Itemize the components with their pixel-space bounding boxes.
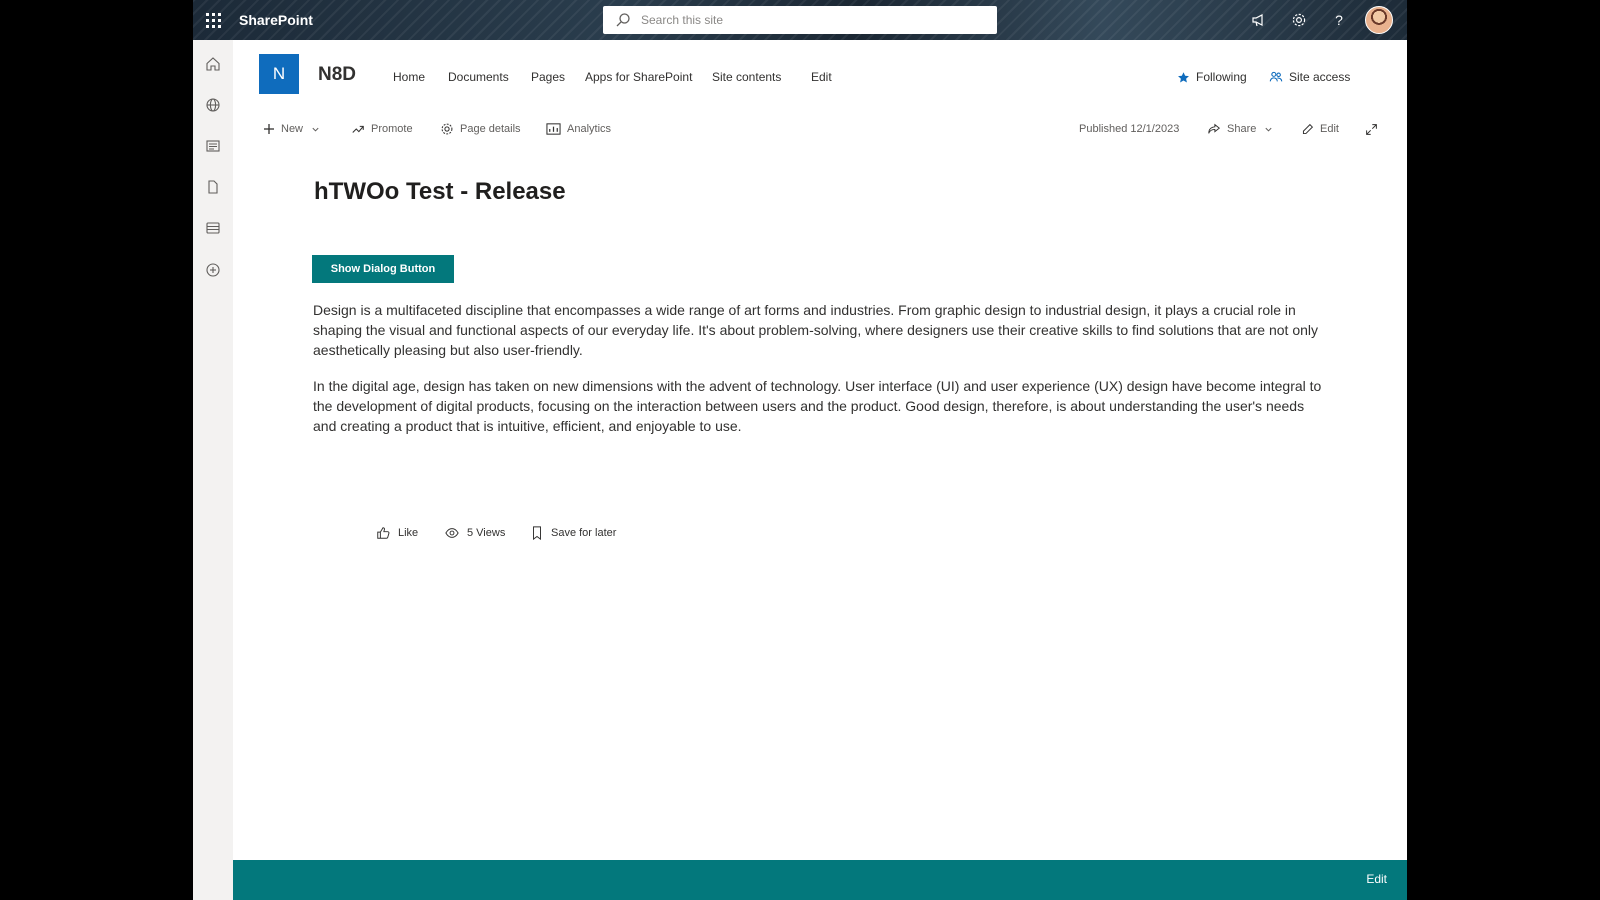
- site-logo[interactable]: N: [259, 54, 299, 94]
- new-label: New: [281, 123, 304, 135]
- file-icon: [208, 180, 218, 194]
- nav-edit[interactable]: Edit: [811, 70, 832, 84]
- home-icon: [206, 57, 220, 71]
- chevron-down-icon: [312, 127, 319, 132]
- rail-sites[interactable]: [201, 93, 225, 117]
- show-dialog-button[interactable]: Show Dialog Button: [312, 255, 454, 283]
- views-label: 5 Views: [467, 527, 506, 539]
- like-label: Like: [398, 527, 419, 539]
- eye-icon: [445, 528, 459, 538]
- settings-button[interactable]: [1279, 0, 1319, 40]
- new-button[interactable]: New: [263, 119, 326, 139]
- nav-site-contents[interactable]: Site contents: [712, 70, 781, 84]
- views-count: 5 Views: [445, 523, 505, 543]
- analytics-button[interactable]: Analytics: [546, 119, 611, 139]
- published-label: Published 12/1/2023: [1079, 123, 1180, 135]
- nav-pages[interactable]: Pages: [531, 70, 565, 84]
- share-button[interactable]: Share: [1207, 119, 1279, 139]
- globe-icon: [206, 98, 220, 112]
- site-footer: Edit: [233, 860, 1407, 900]
- search-icon: [616, 13, 630, 27]
- analytics-label: Analytics: [567, 123, 612, 135]
- app-name[interactable]: SharePoint: [239, 0, 313, 40]
- avatar: [1365, 6, 1393, 34]
- plus-icon: [264, 124, 274, 134]
- site-title[interactable]: N8D: [318, 64, 356, 86]
- following-label: Following: [1196, 70, 1247, 84]
- app-launcher-button[interactable]: [193, 0, 233, 40]
- nav-home[interactable]: Home: [393, 70, 425, 84]
- help-button[interactable]: ?: [1319, 0, 1359, 40]
- thumbs-up-icon: [377, 527, 390, 539]
- suite-actions: ?: [1239, 0, 1399, 40]
- megaphone-icon: [1252, 14, 1263, 27]
- share-icon: [1208, 123, 1221, 134]
- share-label: Share: [1227, 123, 1257, 135]
- pencil-icon: [1302, 123, 1314, 134]
- page-details-label: Page details: [460, 123, 521, 135]
- app-bar: [193, 40, 233, 900]
- rail-news[interactable]: [201, 134, 225, 158]
- star-icon: [1178, 71, 1189, 82]
- account-button[interactable]: [1359, 0, 1399, 40]
- analytics-icon: [546, 123, 561, 135]
- list-icon: [206, 222, 220, 234]
- search-box[interactable]: [603, 6, 997, 34]
- edit-page-button[interactable]: Edit: [1301, 119, 1339, 139]
- rail-create[interactable]: [201, 258, 225, 282]
- footer-edit-link[interactable]: Edit: [1366, 872, 1387, 886]
- waffle-icon: [205, 12, 221, 28]
- add-circle-icon: [206, 263, 220, 277]
- page-details-button[interactable]: Page details: [440, 119, 521, 139]
- nav-documents[interactable]: Documents: [448, 70, 509, 84]
- notifications-button[interactable]: [1239, 0, 1279, 40]
- gear-icon: [1292, 13, 1306, 27]
- rail-home[interactable]: [201, 52, 225, 76]
- promote-icon: [352, 125, 364, 133]
- site-access-button[interactable]: Site access: [1269, 70, 1350, 84]
- edit-label: Edit: [1320, 123, 1339, 135]
- promote-button[interactable]: Promote: [351, 119, 413, 139]
- suite-bar: SharePoint ?: [193, 0, 1407, 40]
- following-button[interactable]: Following: [1177, 70, 1247, 84]
- expand-icon: [1366, 123, 1377, 135]
- gear-icon: [441, 123, 453, 135]
- search-input[interactable]: [639, 12, 973, 28]
- save-for-later-button[interactable]: Save for later: [531, 523, 616, 543]
- sharepoint-window: SharePoint ?: [193, 0, 1407, 900]
- question-icon: ?: [1335, 12, 1343, 28]
- rail-lists[interactable]: [201, 216, 225, 240]
- people-icon: [1269, 71, 1283, 82]
- paragraph-1: Design is a multifaceted discipline that…: [313, 302, 1318, 358]
- bookmark-icon: [533, 526, 541, 540]
- save-label: Save for later: [551, 527, 617, 539]
- expand-button[interactable]: [1365, 119, 1384, 139]
- like-button[interactable]: Like: [376, 523, 418, 543]
- rail-files[interactable]: [201, 175, 225, 199]
- site-access-label: Site access: [1289, 70, 1351, 84]
- page-title: hTWOo Test - Release: [314, 178, 566, 205]
- chevron-down-icon: [1265, 127, 1272, 132]
- paragraph-2: In the digital age, design has taken on …: [313, 378, 1322, 434]
- promote-label: Promote: [371, 123, 413, 135]
- news-icon: [206, 140, 220, 152]
- published-status: Published 12/1/2023: [1079, 119, 1179, 139]
- nav-apps[interactable]: Apps for SharePoint: [585, 70, 692, 84]
